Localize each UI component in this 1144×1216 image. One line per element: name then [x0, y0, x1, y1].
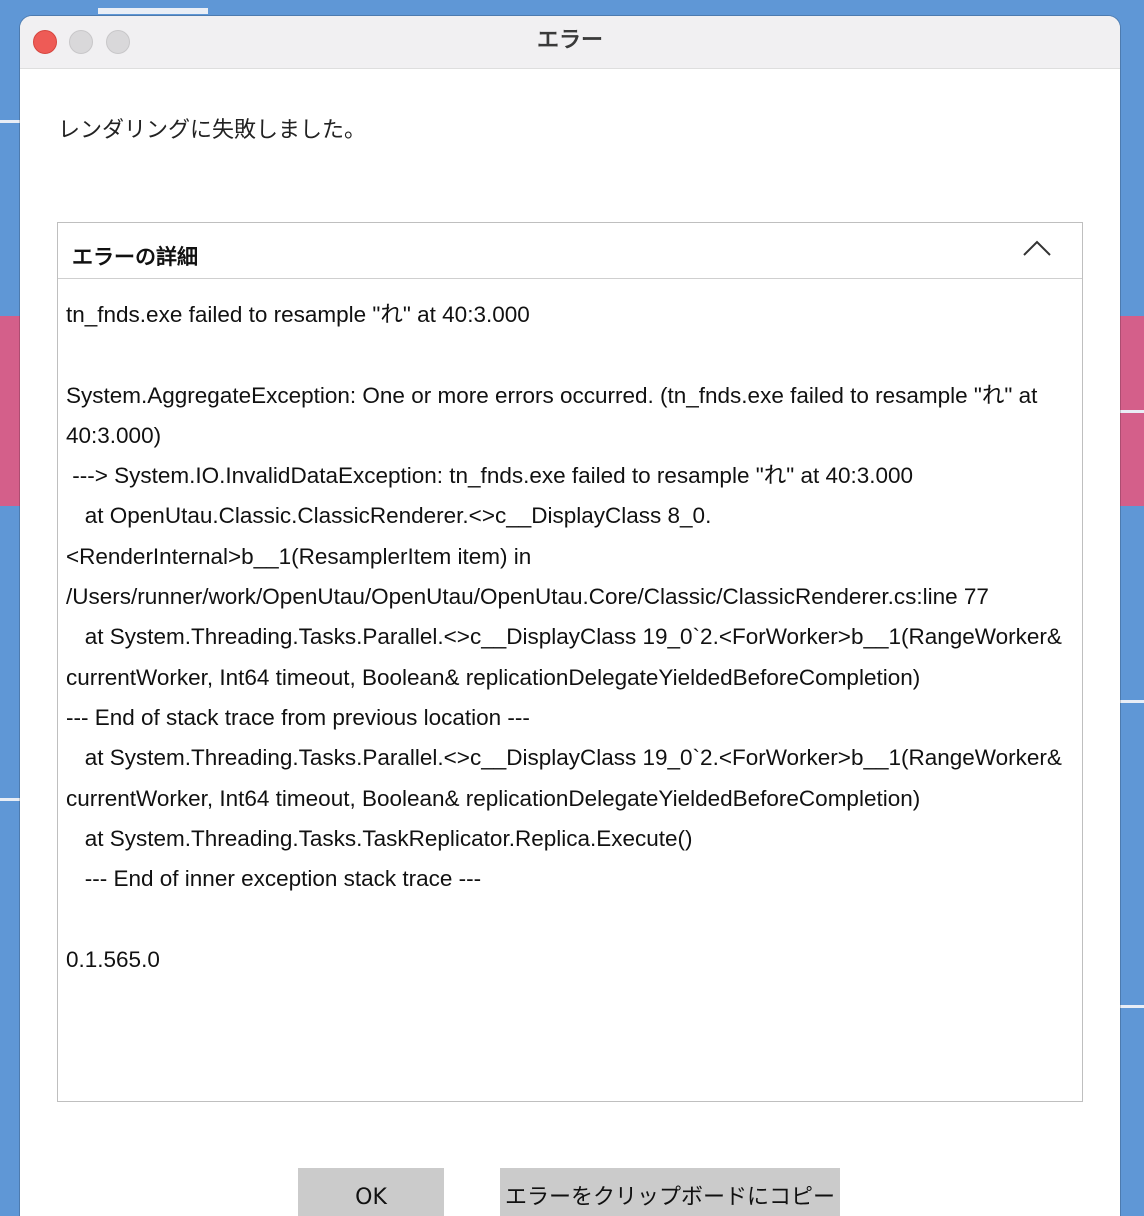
chevron-up-icon[interactable] — [1022, 237, 1052, 261]
background-tick — [1120, 410, 1144, 413]
error-details-title: エラーの詳細 — [72, 245, 198, 269]
title-bar: エラー — [20, 16, 1120, 69]
background-tick — [0, 798, 20, 801]
background-tick — [1120, 700, 1144, 703]
background-tick — [1120, 1005, 1144, 1008]
error-dialog: エラー レンダリングに失敗しました。 エラーの詳細 tn_fnds.exe fa… — [20, 16, 1120, 1216]
window-title: エラー — [536, 28, 603, 53]
error-details-panel: エラーの詳細 tn_fnds.exe failed to resample "れ… — [57, 222, 1083, 1102]
ok-button[interactable]: OK — [298, 1168, 444, 1216]
background-bar — [98, 8, 208, 14]
error-message: レンダリングに失敗しました。 — [58, 118, 367, 143]
error-details-header[interactable]: エラーの詳細 — [58, 223, 1082, 279]
background-tick — [0, 120, 20, 123]
copy-error-button[interactable]: エラーをクリップボードにコピー — [500, 1168, 840, 1216]
error-details-text: tn_fnds.exe failed to resample "れ" at 40… — [66, 302, 1062, 972]
